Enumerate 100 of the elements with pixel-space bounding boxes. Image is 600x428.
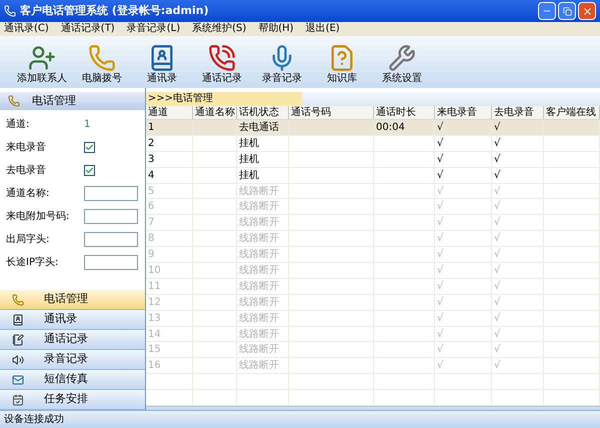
- table-cell: 10: [148, 265, 161, 276]
- table-cell: √: [437, 122, 444, 133]
- table-cell: √: [494, 249, 500, 260]
- nav-item[interactable]: 通话记录: [0, 330, 145, 350]
- table-row[interactable]: 3 挂机 √ √: [146, 152, 600, 168]
- field-label: 来电录音: [6, 140, 47, 154]
- table-cell: 11: [148, 280, 161, 292]
- window-title: 客户电话管理系统 (登录帐号:admin): [20, 2, 210, 19]
- address-book-icon: [12, 314, 24, 326]
- table-cell: 8: [148, 233, 154, 244]
- panel-title: 电话管理: [32, 92, 76, 109]
- restore-icon: [562, 6, 572, 16]
- checkbox[interactable]: [84, 164, 95, 176]
- nav-item[interactable]: 短信传真: [0, 370, 145, 390]
- table-cell: 线路断开: [239, 201, 279, 212]
- table-cell: √: [437, 154, 444, 165]
- menu-item[interactable]: 通话记录(T): [60, 24, 115, 34]
- column-header[interactable]: 去电录音: [492, 106, 544, 119]
- input-field[interactable]: [84, 254, 138, 270]
- column-header[interactable]: 来电录音: [435, 106, 492, 119]
- table-cell: √: [494, 296, 500, 308]
- table-cell: 6: [148, 201, 154, 212]
- column-header[interactable]: 通道名称: [193, 106, 237, 119]
- table-cell: √: [437, 186, 444, 197]
- table-cell: √: [437, 328, 444, 340]
- horizontal-scrollbar[interactable]: [146, 406, 600, 410]
- table-cell: √: [494, 201, 500, 212]
- table-cell: 5: [148, 186, 154, 197]
- column-header[interactable]: 通话号码: [289, 106, 374, 119]
- table-cell: √: [437, 170, 444, 181]
- table-cell: 线路断开: [239, 328, 279, 340]
- table-row[interactable]: 4 挂机 √ √: [146, 168, 600, 184]
- table-cell: 2: [148, 138, 154, 149]
- table-cell: 去电通话: [239, 122, 279, 133]
- table-cell: √: [494, 186, 500, 197]
- table-cell: √: [437, 312, 444, 324]
- app-icon: [4, 5, 16, 17]
- table-cell: 线路断开: [239, 280, 279, 292]
- table-cell: √: [494, 265, 500, 276]
- breadcrumb: >>>电话管理: [146, 92, 302, 106]
- nav-item[interactable]: 电话管理: [0, 290, 145, 310]
- toolbar-button[interactable]: 知识库: [312, 44, 372, 84]
- table-row[interactable]: 2 挂机 √ √: [146, 136, 600, 152]
- table-cell: 线路断开: [239, 296, 279, 308]
- toolbar-button[interactable]: 通讯录: [132, 44, 192, 84]
- column-header[interactable]: 话机状态: [237, 106, 289, 119]
- toolbar-button[interactable]: 系统设置: [372, 44, 432, 84]
- close-button[interactable]: [578, 2, 596, 20]
- menu-item[interactable]: 帮助(H): [258, 24, 294, 34]
- table-cell: 线路断开: [239, 344, 279, 356]
- column-header[interactable]: 通话时长: [374, 106, 435, 119]
- table-cell: √: [437, 249, 444, 260]
- table-cell: 线路断开: [239, 233, 279, 244]
- table-cell: √: [437, 360, 444, 372]
- toolbar-button[interactable]: 电脑拨号: [72, 44, 132, 84]
- toolbar-button[interactable]: 录音记录: [252, 44, 312, 84]
- field-label: 来电附加号码:: [6, 210, 70, 224]
- table-cell: 13: [148, 312, 161, 324]
- nav-item[interactable]: 通讯录: [0, 310, 145, 330]
- nav-item[interactable]: 任务安排: [0, 390, 145, 410]
- input-field[interactable]: [84, 208, 138, 224]
- table-cell: 挂机: [239, 170, 259, 181]
- table-cell: 4: [148, 170, 154, 181]
- toolbar-button[interactable]: 添加联系人: [12, 44, 72, 84]
- table-cell: 14: [148, 328, 161, 340]
- field-label: 出局字头:: [6, 232, 50, 246]
- menu-item[interactable]: 系统维护(S): [192, 24, 246, 34]
- table-cell: √: [437, 280, 444, 292]
- table-cell: √: [494, 344, 500, 356]
- nav-item[interactable]: 录音记录: [0, 350, 145, 370]
- phone-icon: [88, 44, 116, 72]
- column-header[interactable]: 客户端在线: [544, 106, 600, 119]
- field-label: 通道名称:: [6, 186, 50, 200]
- table-cell: √: [437, 344, 444, 356]
- table-cell: √: [437, 296, 444, 308]
- table-cell: √: [437, 138, 444, 149]
- table-cell: 9: [148, 249, 154, 260]
- table-cell: √: [494, 170, 500, 181]
- menu-item[interactable]: 录音记录(L): [126, 24, 180, 34]
- table-cell: √: [494, 217, 500, 228]
- table-cell: 挂机: [239, 154, 259, 165]
- column-header[interactable]: 通道: [146, 106, 193, 119]
- phone-icon: [12, 294, 24, 306]
- table-row[interactable]: 1 去电通话 00:04 √ √: [146, 120, 600, 136]
- input-field[interactable]: [84, 232, 138, 246]
- toolbar-button[interactable]: 通话记录: [192, 44, 252, 84]
- menu-item[interactable]: 退出(E): [306, 24, 340, 34]
- table-cell: 挂机: [239, 138, 259, 149]
- table-cell: 1: [148, 122, 154, 133]
- table-cell: √: [494, 154, 500, 165]
- minimize-button[interactable]: [538, 2, 556, 20]
- table-cell: √: [494, 312, 500, 324]
- restore-button[interactable]: [558, 2, 576, 20]
- table-cell: 00:04: [376, 122, 405, 133]
- table-cell: 线路断开: [239, 186, 279, 197]
- table-cell: 线路断开: [239, 312, 279, 324]
- menu-item[interactable]: 通讯录(C): [4, 24, 49, 34]
- checkbox[interactable]: [84, 142, 95, 152]
- input-field[interactable]: [84, 186, 138, 200]
- table-cell: √: [437, 201, 444, 212]
